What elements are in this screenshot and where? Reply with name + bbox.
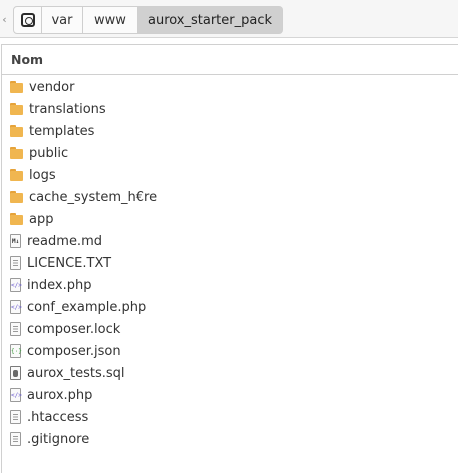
list-item[interactable]: .htaccess xyxy=(2,406,458,428)
file-name: vendor xyxy=(29,79,75,95)
path-bar: ‹ var www aurox_starter_pack xyxy=(0,0,458,38)
drive-icon xyxy=(20,13,35,27)
file-name: composer.json xyxy=(27,343,121,359)
folder-icon xyxy=(10,168,23,182)
crumb-var[interactable]: var xyxy=(42,6,83,34)
sql-file-icon xyxy=(10,366,21,380)
file-name: index.php xyxy=(27,277,92,293)
folder-icon xyxy=(10,124,23,138)
list-item[interactable]: aurox_tests.sql xyxy=(2,362,458,384)
file-name: composer.lock xyxy=(27,321,121,337)
list-item[interactable]: app xyxy=(2,208,458,230)
folder-icon xyxy=(10,80,23,94)
list-item[interactable]: </> conf_example.php xyxy=(2,296,458,318)
folder-icon xyxy=(10,190,23,204)
folder-icon xyxy=(10,146,23,160)
column-header-name[interactable]: Nom xyxy=(2,45,458,75)
list-item[interactable]: LICENCE.TXT xyxy=(2,252,458,274)
list-item[interactable]: templates xyxy=(2,120,458,142)
php-file-icon: </> xyxy=(10,300,22,314)
file-name: aurox_tests.sql xyxy=(27,365,125,381)
text-file-icon xyxy=(10,322,21,336)
file-name: templates xyxy=(29,123,95,139)
folder-icon xyxy=(10,102,23,116)
file-name: conf_example.php xyxy=(27,299,147,315)
list-item[interactable]: .gitignore xyxy=(2,428,458,450)
file-name: .gitignore xyxy=(27,431,90,447)
list-item[interactable]: translations xyxy=(2,98,458,120)
file-rows: vendor translations templates public logs cac… xyxy=(2,76,458,450)
crumb-current-folder[interactable]: aurox_starter_pack xyxy=(138,6,283,34)
list-item[interactable]: {·} composer.json xyxy=(2,340,458,362)
php-file-icon: </> xyxy=(10,388,22,402)
file-name: app xyxy=(29,211,54,227)
json-file-icon: {·} xyxy=(10,344,22,358)
markdown-file-icon: M↓ xyxy=(10,234,21,248)
crumb-home-button[interactable] xyxy=(13,6,42,34)
list-item[interactable]: composer.lock xyxy=(2,318,458,340)
file-name: translations xyxy=(29,101,106,117)
file-name: aurox.php xyxy=(27,387,93,403)
text-file-icon xyxy=(10,256,21,270)
file-list: Nom vendor translations templates public log… xyxy=(1,44,458,473)
text-file-icon xyxy=(10,410,21,424)
file-name: .htaccess xyxy=(27,409,89,425)
folder-icon xyxy=(10,212,23,226)
list-item[interactable]: M↓ readme.md xyxy=(2,230,458,252)
column-header-label: Nom xyxy=(11,52,44,67)
file-name: readme.md xyxy=(27,233,102,249)
text-file-icon xyxy=(10,432,21,446)
file-name: logs xyxy=(29,167,56,183)
file-name: LICENCE.TXT xyxy=(27,255,112,271)
list-item[interactable]: cache_system_h€re xyxy=(2,186,458,208)
list-item[interactable]: </> aurox.php xyxy=(2,384,458,406)
crumb-www[interactable]: www xyxy=(83,6,138,34)
list-item[interactable]: public xyxy=(2,142,458,164)
list-item[interactable]: logs xyxy=(2,164,458,186)
file-name: public xyxy=(29,145,69,161)
file-name: cache_system_h€re xyxy=(29,189,158,205)
php-file-icon: </> xyxy=(10,278,22,292)
list-item[interactable]: vendor xyxy=(2,76,458,98)
list-item[interactable]: </> index.php xyxy=(2,274,458,296)
scroll-left-icon[interactable]: ‹ xyxy=(0,6,9,34)
